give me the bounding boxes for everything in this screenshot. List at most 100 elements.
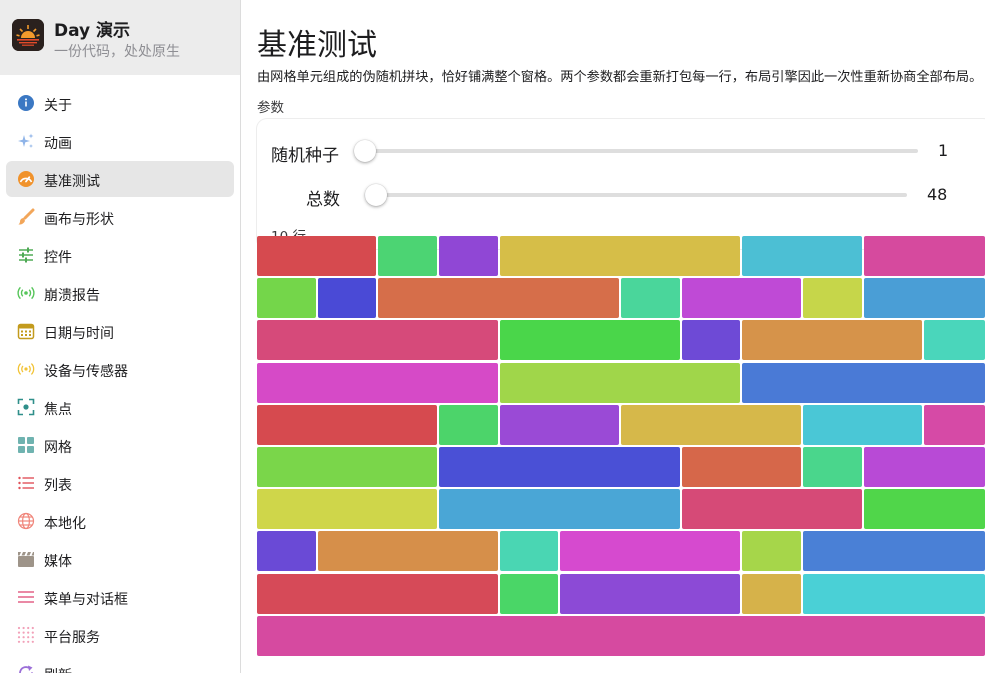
- grid-cell: [257, 362, 498, 403]
- sidebar-item[interactable]: 日期与时间: [0, 313, 240, 351]
- grid-cell: [803, 278, 862, 319]
- params-heading: 参数: [257, 100, 284, 116]
- params-card: 随机种子 1 总数 48: [257, 119, 985, 249]
- grid-cell: [924, 320, 985, 361]
- total-slider[interactable]: [364, 184, 907, 206]
- grid-cell: [499, 320, 680, 361]
- app-header: Day 演示 一份代码，处处原生: [0, 0, 240, 75]
- sidebar-item-label: 网格: [44, 440, 72, 456]
- grid-icon: [17, 436, 35, 454]
- grid-cell: [681, 447, 801, 487]
- grid-cell: [317, 531, 498, 572]
- grid-cell: [863, 447, 985, 487]
- grid-cell: [378, 278, 619, 319]
- list-icon: [17, 474, 35, 492]
- grid-cell: [803, 531, 985, 572]
- sliders-icon: [17, 246, 35, 264]
- grid-row: [257, 278, 985, 319]
- paintbrush-icon: [17, 208, 35, 226]
- menu-lines-icon: [17, 588, 35, 606]
- grid-row: [257, 320, 985, 361]
- sidebar-item[interactable]: 网格: [0, 427, 240, 465]
- grid-cell: [257, 404, 437, 445]
- refresh-icon: [17, 664, 35, 673]
- grid-cell: [924, 404, 985, 445]
- sidebar-item[interactable]: 列表: [0, 465, 240, 503]
- benchmark-grid: [257, 236, 985, 656]
- sidebar-item[interactable]: 焦点: [0, 389, 240, 427]
- grid-row: [257, 362, 985, 403]
- total-slider-thumb[interactable]: [364, 184, 387, 206]
- sidebar-item-label: 平台服务: [44, 630, 100, 646]
- app-logo-icon: [12, 19, 44, 51]
- grid-cell: [499, 573, 559, 614]
- sidebar-item[interactable]: 本地化: [0, 503, 240, 541]
- sidebar-item-label: 动画: [44, 136, 72, 152]
- seed-slider[interactable]: [354, 140, 918, 162]
- grid-cell: [621, 404, 801, 445]
- globe-icon: [17, 512, 35, 530]
- grid-cell: [257, 278, 316, 319]
- sidebar-item[interactable]: 设备与传感器: [0, 351, 240, 389]
- sidebar-item-label: 控件: [44, 250, 72, 266]
- grid-cell: [742, 236, 862, 276]
- grid-cell: [742, 573, 801, 614]
- grid-cell: [439, 489, 680, 530]
- sidebar-item-label: 菜单与对话框: [44, 592, 128, 608]
- sidebar-item[interactable]: 平台服务: [0, 617, 240, 655]
- page-description: 由网格单元组成的伪随机拼块，恰好铺满整个窗格。两个参数都会重新打包每一行，布局引…: [257, 70, 983, 85]
- grid-cell: [863, 278, 985, 319]
- grid-cell: [257, 320, 498, 361]
- grid-cell: [257, 615, 985, 656]
- grid-cell: [499, 404, 619, 445]
- grid-cell: [257, 447, 437, 487]
- focus-viewfinder-icon: [17, 398, 35, 416]
- sidebar-item[interactable]: 基准测试: [0, 161, 240, 199]
- grid-cell: [378, 236, 437, 276]
- grid-row: [257, 615, 985, 656]
- grid-row: [257, 573, 985, 614]
- grid-cell: [317, 278, 377, 319]
- sidebar-item[interactable]: 动画: [0, 123, 240, 161]
- sidebar-item-label: 刷新: [44, 665, 72, 673]
- calendar-icon: [17, 322, 35, 340]
- grid-row: [257, 489, 985, 530]
- sidebar-item[interactable]: 控件: [0, 237, 240, 275]
- grid-cell: [560, 531, 741, 572]
- sidebar-item-label: 基准测试: [44, 174, 100, 190]
- sidebar-item-label: 本地化: [44, 516, 86, 532]
- sidebar-nav: 关于动画基准测试画布与形状控件崩溃报告日期与时间设备与传感器 焦点网格列表本地化媒…: [0, 85, 240, 673]
- grid-cell: [681, 489, 862, 530]
- antenna-icon: [17, 284, 35, 302]
- grid-cell: [257, 573, 498, 614]
- sidebar-item[interactable]: 崩溃报告: [0, 275, 240, 313]
- page-title: 基准测试: [257, 28, 377, 63]
- sparkles-icon: [17, 132, 35, 150]
- sidebar-item[interactable]: 刷新: [0, 655, 240, 673]
- grid-cell: [499, 236, 741, 276]
- grid-cell: [803, 573, 985, 614]
- app-subtitle: 一份代码，处处原生: [54, 44, 180, 60]
- seed-label: 随机种子: [271, 146, 339, 166]
- seed-slider-thumb[interactable]: [354, 140, 376, 162]
- sidebar-item[interactable]: 媒体: [0, 541, 240, 579]
- app-title: Day 演示: [54, 21, 131, 41]
- grid-cell: [499, 362, 741, 403]
- sidebar-item[interactable]: 画布与形状: [0, 199, 240, 237]
- sidebar-item-label: 媒体: [44, 554, 72, 570]
- grid-cell: [257, 531, 316, 572]
- sidebar-item[interactable]: 菜单与对话框: [0, 579, 240, 617]
- grid-cell: [681, 320, 741, 361]
- sidebar-item[interactable]: 关于: [0, 85, 240, 123]
- grid-row: [257, 531, 985, 572]
- grid-cell: [863, 236, 985, 276]
- sidebar-item-label: 关于: [44, 98, 72, 114]
- grid-cell: [439, 236, 498, 276]
- grid-cell: [257, 489, 437, 530]
- main-content: 基准测试 由网格单元组成的伪随机拼块，恰好铺满整个窗格。两个参数都会重新打包每一…: [241, 0, 985, 673]
- grid-cell: [439, 404, 498, 445]
- sensor-icon: [17, 360, 35, 378]
- total-label: 总数: [306, 190, 340, 210]
- grid-cell: [439, 447, 680, 487]
- sidebar-item-label: 日期与时间: [44, 326, 114, 342]
